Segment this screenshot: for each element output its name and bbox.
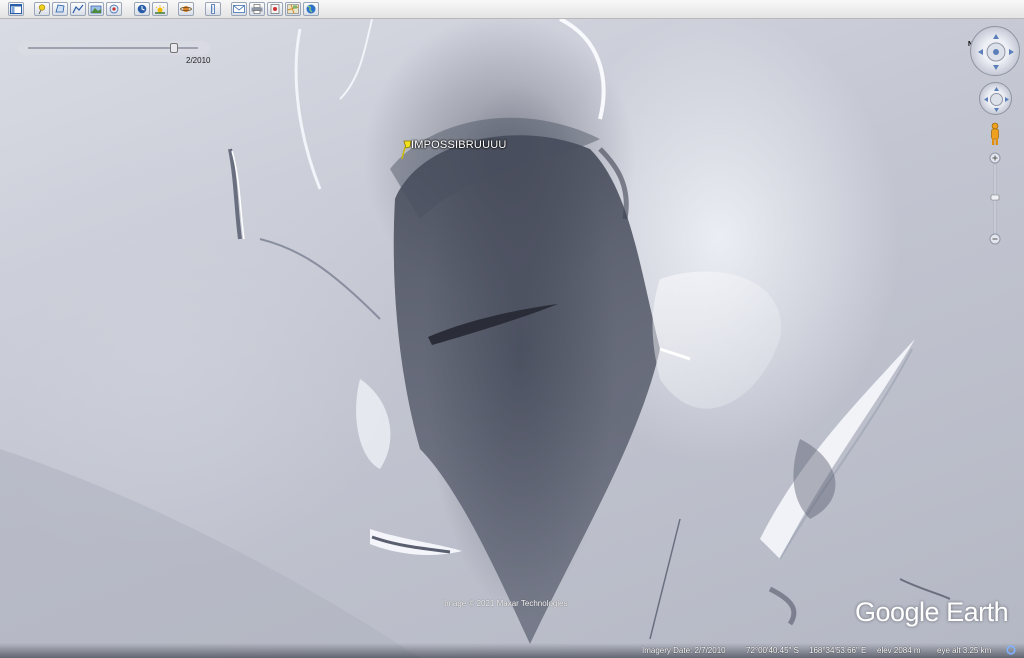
planets-button[interactable] bbox=[178, 2, 194, 16]
pegman-icon[interactable] bbox=[988, 122, 1002, 146]
map-icon bbox=[287, 4, 299, 14]
add-image-overlay-button[interactable] bbox=[88, 2, 104, 16]
add-polygon-button[interactable] bbox=[52, 2, 68, 16]
planet-icon bbox=[180, 6, 192, 12]
move-arrows-icon bbox=[984, 87, 1009, 112]
historical-imagery-slider[interactable]: 2/2010 bbox=[18, 41, 210, 65]
time-slider-date: 2/2010 bbox=[186, 56, 211, 65]
placemark-label[interactable]: IMPOSSIBRUUUU bbox=[411, 139, 507, 151]
save-image-button[interactable] bbox=[267, 2, 283, 16]
image-overlay-icon bbox=[90, 5, 102, 14]
clock-icon bbox=[137, 4, 147, 14]
print-button[interactable] bbox=[249, 2, 265, 16]
save-image-icon bbox=[270, 4, 280, 14]
sidebar-toggle-button[interactable] bbox=[8, 2, 24, 16]
latitude: 72°00'40.45" S bbox=[746, 646, 799, 655]
image-credit: Image © 2021 Maxar Technologies bbox=[444, 599, 568, 608]
view-in-maps-button[interactable] bbox=[285, 2, 301, 16]
add-path-button[interactable] bbox=[70, 2, 86, 16]
zoom-thumb[interactable] bbox=[990, 194, 1000, 201]
status-bar: Imagery Date: 2/7/2010 72°00'40.45" S 16… bbox=[0, 643, 1024, 658]
record-tour-button[interactable] bbox=[106, 2, 122, 16]
record-tour-icon bbox=[109, 4, 119, 14]
imagery-date: Imagery Date: 2/7/2010 bbox=[642, 646, 726, 655]
google-earth-logo: Google Earth bbox=[855, 597, 1009, 627]
map-view[interactable]: 2/2010 IMPOSSIBRUUUU N bbox=[0, 19, 1024, 658]
path-icon bbox=[72, 4, 84, 14]
time-slider-thumb[interactable] bbox=[170, 43, 178, 53]
sunlight-button[interactable] bbox=[152, 2, 168, 16]
longitude: 168°34'53.66" E bbox=[809, 646, 867, 655]
historical-imagery-button[interactable] bbox=[134, 2, 150, 16]
email-button[interactable] bbox=[231, 2, 247, 16]
sidebar-icon bbox=[10, 4, 22, 14]
ruler-icon bbox=[211, 4, 215, 14]
pushpin-icon bbox=[38, 4, 46, 14]
streaming-icon bbox=[1006, 645, 1016, 655]
sun-icon bbox=[155, 5, 165, 14]
globe-icon bbox=[306, 4, 316, 14]
satellite-terrain bbox=[0, 19, 951, 658]
toolbar bbox=[0, 0, 1024, 19]
ruler-button[interactable] bbox=[205, 2, 221, 16]
eye-altitude: eye alt 3.25 km bbox=[937, 646, 992, 655]
look-arrows-icon bbox=[978, 34, 1014, 70]
polygon-icon bbox=[55, 4, 65, 13]
envelope-icon bbox=[233, 5, 245, 13]
printer-icon bbox=[251, 4, 263, 14]
earth-button[interactable] bbox=[303, 2, 319, 16]
add-placemark-button[interactable] bbox=[34, 2, 50, 16]
elevation: elev 2084 m bbox=[877, 646, 921, 655]
look-control[interactable] bbox=[970, 26, 1020, 76]
move-control[interactable] bbox=[979, 82, 1012, 115]
zoom-slider[interactable] bbox=[989, 152, 1001, 245]
